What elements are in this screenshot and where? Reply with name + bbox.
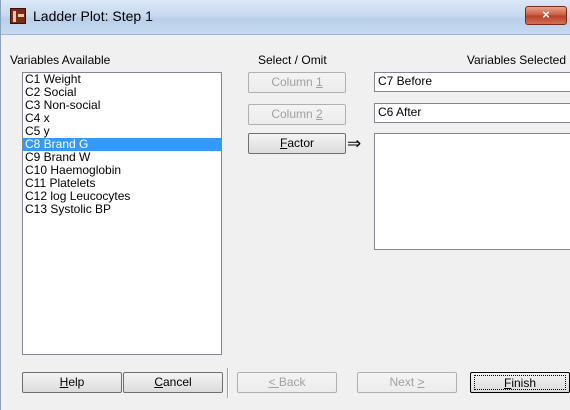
window-title: Ladder Plot: Step 1 (33, 8, 153, 24)
variables-available-list[interactable]: C1 Weight C2 Social C3 Non-social C4 x C5 yC… (22, 72, 222, 355)
app-icon (10, 8, 26, 24)
list-item[interactable]: C3 Non-social (23, 99, 221, 112)
close-button[interactable]: × (525, 6, 567, 25)
column1-field[interactable]: C7 Before (374, 72, 570, 92)
arrow-right-icon: ⇒ (347, 134, 362, 153)
column2-button[interactable]: Column 2 (248, 104, 346, 125)
ladder-plot-dialog: Ladder Plot: Step 1 × Variables Availabl… (0, 0, 570, 410)
next-button[interactable]: Next > (357, 372, 457, 393)
list-item[interactable]: C13 Systolic BP (23, 203, 221, 216)
column2-field[interactable]: C6 After (374, 103, 570, 123)
column1-button[interactable]: Column 1 (248, 72, 346, 93)
help-button[interactable]: Help (22, 372, 122, 393)
finish-button[interactable]: Finish (470, 372, 570, 393)
variables-available-label: Variables Available (10, 53, 111, 67)
title-bar: Ladder Plot: Step 1 × (1, 0, 570, 35)
factor-button[interactable]: Factor (248, 133, 346, 154)
button-separator (227, 368, 229, 398)
cancel-button[interactable]: Cancel (123, 372, 223, 393)
variables-selected-label: Variables Selected (466, 53, 566, 67)
list-item[interactable]: C4 x (23, 112, 221, 125)
factor-field[interactable] (374, 133, 570, 250)
select-omit-label: Select / Omit (258, 53, 327, 67)
back-button[interactable]: < Back (237, 372, 337, 393)
